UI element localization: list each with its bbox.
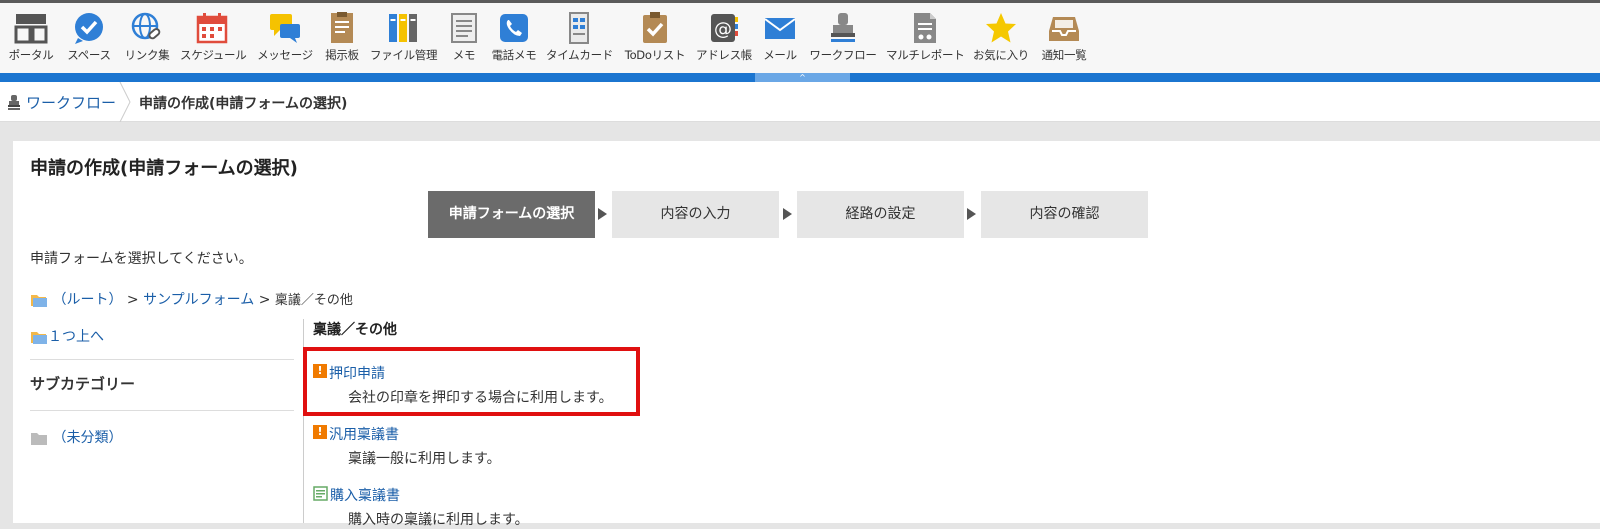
star-icon — [984, 11, 1018, 45]
path-separator: > — [258, 292, 271, 308]
workflow-icon — [826, 11, 860, 45]
app-timecard[interactable]: タイムカード — [546, 11, 613, 71]
highlight-box — [303, 347, 640, 416]
app-address[interactable]: @ アドレス帳 — [696, 11, 752, 71]
divider — [30, 410, 294, 411]
space-icon — [72, 11, 106, 45]
app-space[interactable]: スペース — [63, 11, 115, 71]
app-message[interactable]: メッセージ — [256, 11, 314, 71]
folder-path: （ルート） > サンプルフォーム > 稟議／その他 — [30, 289, 353, 309]
path-sample-forms-link[interactable]: サンプルフォーム — [143, 292, 254, 308]
form-item[interactable]: ! 汎用稟議書 稟議一般に利用します。 — [313, 424, 501, 467]
address-icon: @ — [707, 11, 741, 45]
step-route-setting: 経路の設定 — [797, 191, 964, 238]
file-icon — [386, 11, 420, 45]
app-schedule[interactable]: スケジュール — [180, 11, 247, 71]
app-label: ToDoリスト — [624, 48, 686, 62]
app-label: メモ — [452, 48, 476, 62]
form-description: 稟議一般に利用します。 — [348, 451, 501, 467]
app-portal[interactable]: ポータル — [5, 11, 57, 71]
step-arrow-icon — [967, 208, 976, 220]
app-label: タイムカード — [546, 48, 613, 62]
app-label: 掲示板 — [325, 48, 359, 62]
workflow-icon — [8, 95, 20, 110]
path-separator: > — [126, 292, 139, 308]
important-icon: ! — [313, 425, 327, 439]
todo-icon — [638, 11, 672, 45]
app-label: アドレス帳 — [696, 48, 752, 62]
chevron-right-icon — [119, 82, 131, 122]
path-root-link[interactable]: （ルート） — [52, 292, 122, 308]
form-description: 購入時の稟議に利用します。 — [348, 512, 529, 528]
message-icon — [268, 11, 302, 45]
path-current: 稟議／その他 — [274, 293, 353, 308]
app-memo[interactable]: メモ — [446, 11, 482, 71]
folder-up-icon — [31, 331, 47, 344]
instruction-text: 申請フォームを選択してください。 — [30, 251, 253, 267]
calendar-icon — [195, 11, 229, 45]
step-arrow-icon — [783, 208, 792, 220]
step-confirm: 内容の確認 — [981, 191, 1148, 238]
app-workflow[interactable]: ワークフロー — [808, 11, 878, 71]
app-files[interactable]: ファイル管理 — [370, 11, 438, 71]
portal-icon — [14, 11, 48, 45]
app-mail[interactable]: メール — [760, 11, 800, 71]
phone-icon — [497, 11, 531, 45]
app-label: マルチレポート — [886, 48, 965, 62]
category-title: 稟議／その他 — [313, 322, 397, 338]
breadcrumb-current: 申請の作成(申請フォームの選択) — [139, 96, 348, 112]
step-select-form: 申請フォームの選択 — [428, 191, 595, 238]
mail-icon — [763, 11, 797, 45]
app-phone-memo[interactable]: 電話メモ — [490, 11, 538, 71]
app-label: ワークフロー — [809, 48, 877, 62]
form-item[interactable]: 購入稟議書 購入時の稟議に利用します。 — [313, 485, 529, 528]
memo-icon — [447, 11, 481, 45]
step-arrow-icon — [598, 208, 607, 220]
inbox-icon — [1047, 11, 1081, 45]
link-icon — [130, 11, 164, 45]
app-label: スケジュール — [180, 48, 247, 62]
app-label: リンク集 — [124, 48, 170, 62]
form-link[interactable]: 汎用稟議書 — [329, 427, 399, 443]
app-favorites[interactable]: お気に入り — [972, 11, 1030, 71]
app-label: メッセージ — [257, 48, 313, 62]
app-menu-bar: ポータル スペース リンク集 スケジュール メッセージ 掲示板 ファイル管理 メ… — [0, 0, 1600, 73]
step-enter-content: 内容の入力 — [612, 191, 779, 238]
page-title: 申請の作成(申請フォームの選択) — [30, 158, 298, 179]
up-one-level-link[interactable]: １つ上へ — [30, 326, 104, 346]
bulletin-icon — [325, 11, 359, 45]
breadcrumb-workflow-link[interactable]: ワークフロー — [26, 92, 116, 113]
app-bulletin[interactable]: 掲示板 — [322, 11, 362, 71]
timecard-icon — [562, 11, 596, 45]
app-label: メール — [763, 48, 797, 62]
folder-icon — [31, 294, 47, 307]
app-label: お気に入り — [973, 48, 1029, 62]
uncategorized-link[interactable]: （未分類） — [30, 427, 122, 447]
app-label: 電話メモ — [491, 48, 537, 62]
app-notifications[interactable]: 通知一覧 — [1038, 11, 1090, 71]
svg-text:@: @ — [714, 19, 732, 40]
collapse-menu-button[interactable]: ^ — [755, 73, 850, 82]
folder-icon — [31, 432, 47, 445]
main-panel: 申請の作成(申請フォームの選択) 申請フォームの選択 内容の入力 経路の設定 内… — [13, 141, 1600, 528]
divider — [30, 359, 294, 360]
subcategory-heading: サブカテゴリー — [30, 375, 136, 393]
form-link[interactable]: 購入稟議書 — [330, 488, 400, 504]
form-document-icon — [313, 486, 328, 501]
app-label: スペース — [67, 48, 111, 62]
app-multireport[interactable]: マルチレポート — [886, 11, 965, 71]
breadcrumb: ワークフロー 申請の作成(申請フォームの選択) — [0, 82, 1600, 122]
app-label: ポータル — [8, 48, 54, 62]
report-icon — [908, 11, 942, 45]
app-links[interactable]: リンク集 — [122, 11, 172, 71]
app-label: ファイル管理 — [370, 48, 438, 62]
up-one-level-label: １つ上へ — [48, 329, 104, 345]
app-label: 通知一覧 — [1041, 48, 1087, 62]
app-todo[interactable]: ToDoリスト — [624, 11, 686, 71]
uncategorized-label: （未分類） — [52, 430, 123, 446]
